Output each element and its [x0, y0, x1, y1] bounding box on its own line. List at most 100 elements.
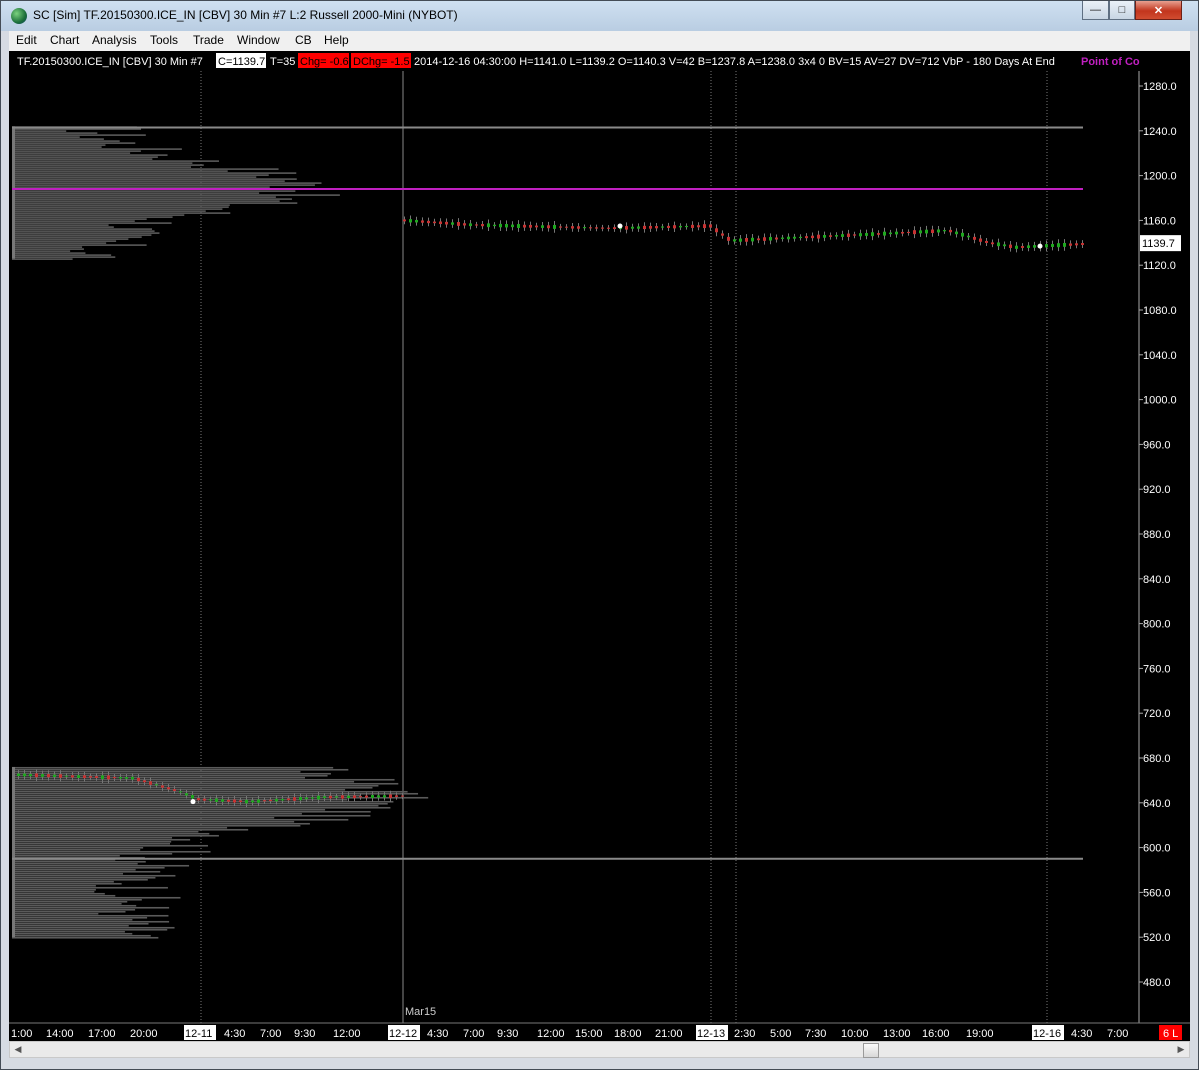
menu-edit[interactable]: Edit [16, 33, 37, 47]
volume-profile-bar [12, 158, 153, 160]
volume-profile-bar [12, 160, 220, 162]
candle-body [335, 796, 338, 798]
candle-body [787, 236, 790, 240]
volume-profile-bar [12, 222, 172, 224]
candle-body [257, 799, 260, 803]
chart-area[interactable]: TF.20150300.ICE_IN [CBV] 30 Min #7 C=113… [9, 51, 1190, 1044]
candle-body [233, 799, 236, 803]
menu-window[interactable]: Window [237, 33, 280, 47]
volume-profile-bar [12, 130, 67, 132]
price-tick-label: 1040.0 [1143, 350, 1177, 362]
volume-profile-bar [12, 854, 120, 857]
candle-body [637, 226, 640, 229]
volume-profile-bar [12, 930, 125, 933]
candle-body [71, 775, 74, 778]
candle-body [89, 776, 92, 778]
menu-chart[interactable]: Chart [50, 33, 79, 47]
candle-body [305, 797, 308, 800]
candle-body [469, 223, 472, 227]
volume-profile-bar [12, 846, 144, 849]
candle-body [1021, 246, 1024, 248]
volume-profile-bar [12, 810, 371, 813]
volume-profile-bar [12, 162, 193, 164]
price-tick-label: 1120.0 [1143, 260, 1176, 272]
candle-body [835, 235, 838, 237]
candle-body [487, 223, 490, 228]
price-tick-label: 1160.0 [1143, 215, 1176, 227]
volume-profile-bar [12, 936, 159, 939]
time-axis[interactable]: 1:00 14:00 17:00 20:00 12-11 4:30 7:00 9:30 12:0… [11, 1025, 1128, 1040]
minimize-button[interactable]: — [1082, 1, 1109, 20]
menu-cb[interactable]: CB [295, 33, 312, 47]
price-tick-label: 720.0 [1143, 708, 1171, 720]
candle-body [931, 229, 934, 234]
volume-profile-bar [12, 142, 136, 144]
volume-profile-bar [12, 138, 104, 140]
volume-profile-bar [12, 176, 257, 178]
scroll-right-icon[interactable]: ▶ [1173, 1042, 1189, 1057]
horizontal-scrollbar[interactable]: ◀ ▶ [9, 1041, 1190, 1058]
volume-profile-bar [12, 220, 135, 222]
volume-profile-bar [12, 168, 279, 170]
menu-analysis[interactable]: Analysis [92, 33, 137, 47]
volume-profile-bar [12, 224, 109, 226]
price-tick-label: 920.0 [1143, 484, 1171, 496]
candle-body [179, 791, 182, 793]
candle-body [949, 229, 952, 233]
contract-marker: Mar15 [405, 1006, 436, 1018]
volume-profile-bar [12, 848, 141, 851]
title-bar[interactable]: SC [Sim] TF.20150300.ICE_IN [CBV] 30 Min… [1, 1, 1198, 31]
time-tick-label: 20:00 [130, 1028, 158, 1040]
price-tick-label: 1240.0 [1143, 126, 1177, 138]
candle-body [847, 233, 850, 237]
volume-profile-bar [12, 150, 141, 152]
window-title: SC [Sim] TF.20150300.ICE_IN [CBV] 30 Min… [33, 8, 458, 22]
time-tick-label: 7:30 [805, 1028, 826, 1040]
candle-body [17, 773, 20, 777]
chart-canvas[interactable]: TF.20150300.ICE_IN [CBV] 30 Min #7 C=113… [9, 51, 1190, 1044]
header-chg: Chg= -0.6 [300, 56, 349, 68]
candle-body [607, 227, 610, 229]
candle-body [53, 774, 56, 778]
candle-body [433, 221, 436, 224]
scrollbar-thumb[interactable] [863, 1043, 879, 1058]
candle-body [1069, 243, 1072, 246]
volume-profile-bar [12, 184, 315, 186]
header-close: C=1139.7 [218, 56, 265, 68]
candle-body [913, 230, 916, 235]
candle-body [655, 226, 658, 229]
price-axis[interactable]: 1280.0 1240.0 1200.0 1160.0 1120.0 1080.0 1040… [1138, 71, 1181, 1023]
volume-profile-bar [12, 204, 230, 206]
volume-profile-bar [12, 914, 169, 917]
menu-tools[interactable]: Tools [150, 33, 178, 47]
candle-body [643, 225, 646, 230]
candle-body [347, 795, 350, 799]
volume-profile-bar [12, 820, 295, 823]
time-tick-label: 1:00 [11, 1028, 32, 1040]
candle-body [197, 798, 200, 801]
volume-profile-bar [12, 226, 114, 228]
volume-profile-bar [12, 174, 269, 176]
candle-body [403, 219, 406, 222]
candle-body [889, 232, 892, 235]
close-button[interactable]: ✕ [1135, 1, 1182, 20]
candle-body [499, 223, 502, 228]
scroll-left-icon[interactable]: ◀ [10, 1042, 26, 1057]
volume-profile-bar [12, 816, 275, 819]
price-tick-label: 1000.0 [1143, 395, 1177, 407]
volume-profile-bar [12, 178, 297, 180]
candle-body [415, 219, 418, 223]
volume-profile-bar [12, 922, 149, 925]
corner-badge-label: 6 L [1163, 1028, 1178, 1040]
time-tick-label: 7:00 [1107, 1028, 1128, 1040]
volume-profile-bar [12, 832, 210, 835]
menu-trade[interactable]: Trade [193, 33, 224, 47]
candle-body [775, 237, 778, 240]
maximize-button[interactable]: □ [1109, 1, 1135, 20]
volume-profile-bar [12, 830, 199, 833]
time-tick-label: 4:30 [224, 1028, 245, 1040]
candle-body [427, 220, 430, 224]
menu-help[interactable]: Help [324, 33, 349, 47]
candle-body [173, 789, 176, 791]
price-tick-label: 600.0 [1143, 843, 1171, 855]
